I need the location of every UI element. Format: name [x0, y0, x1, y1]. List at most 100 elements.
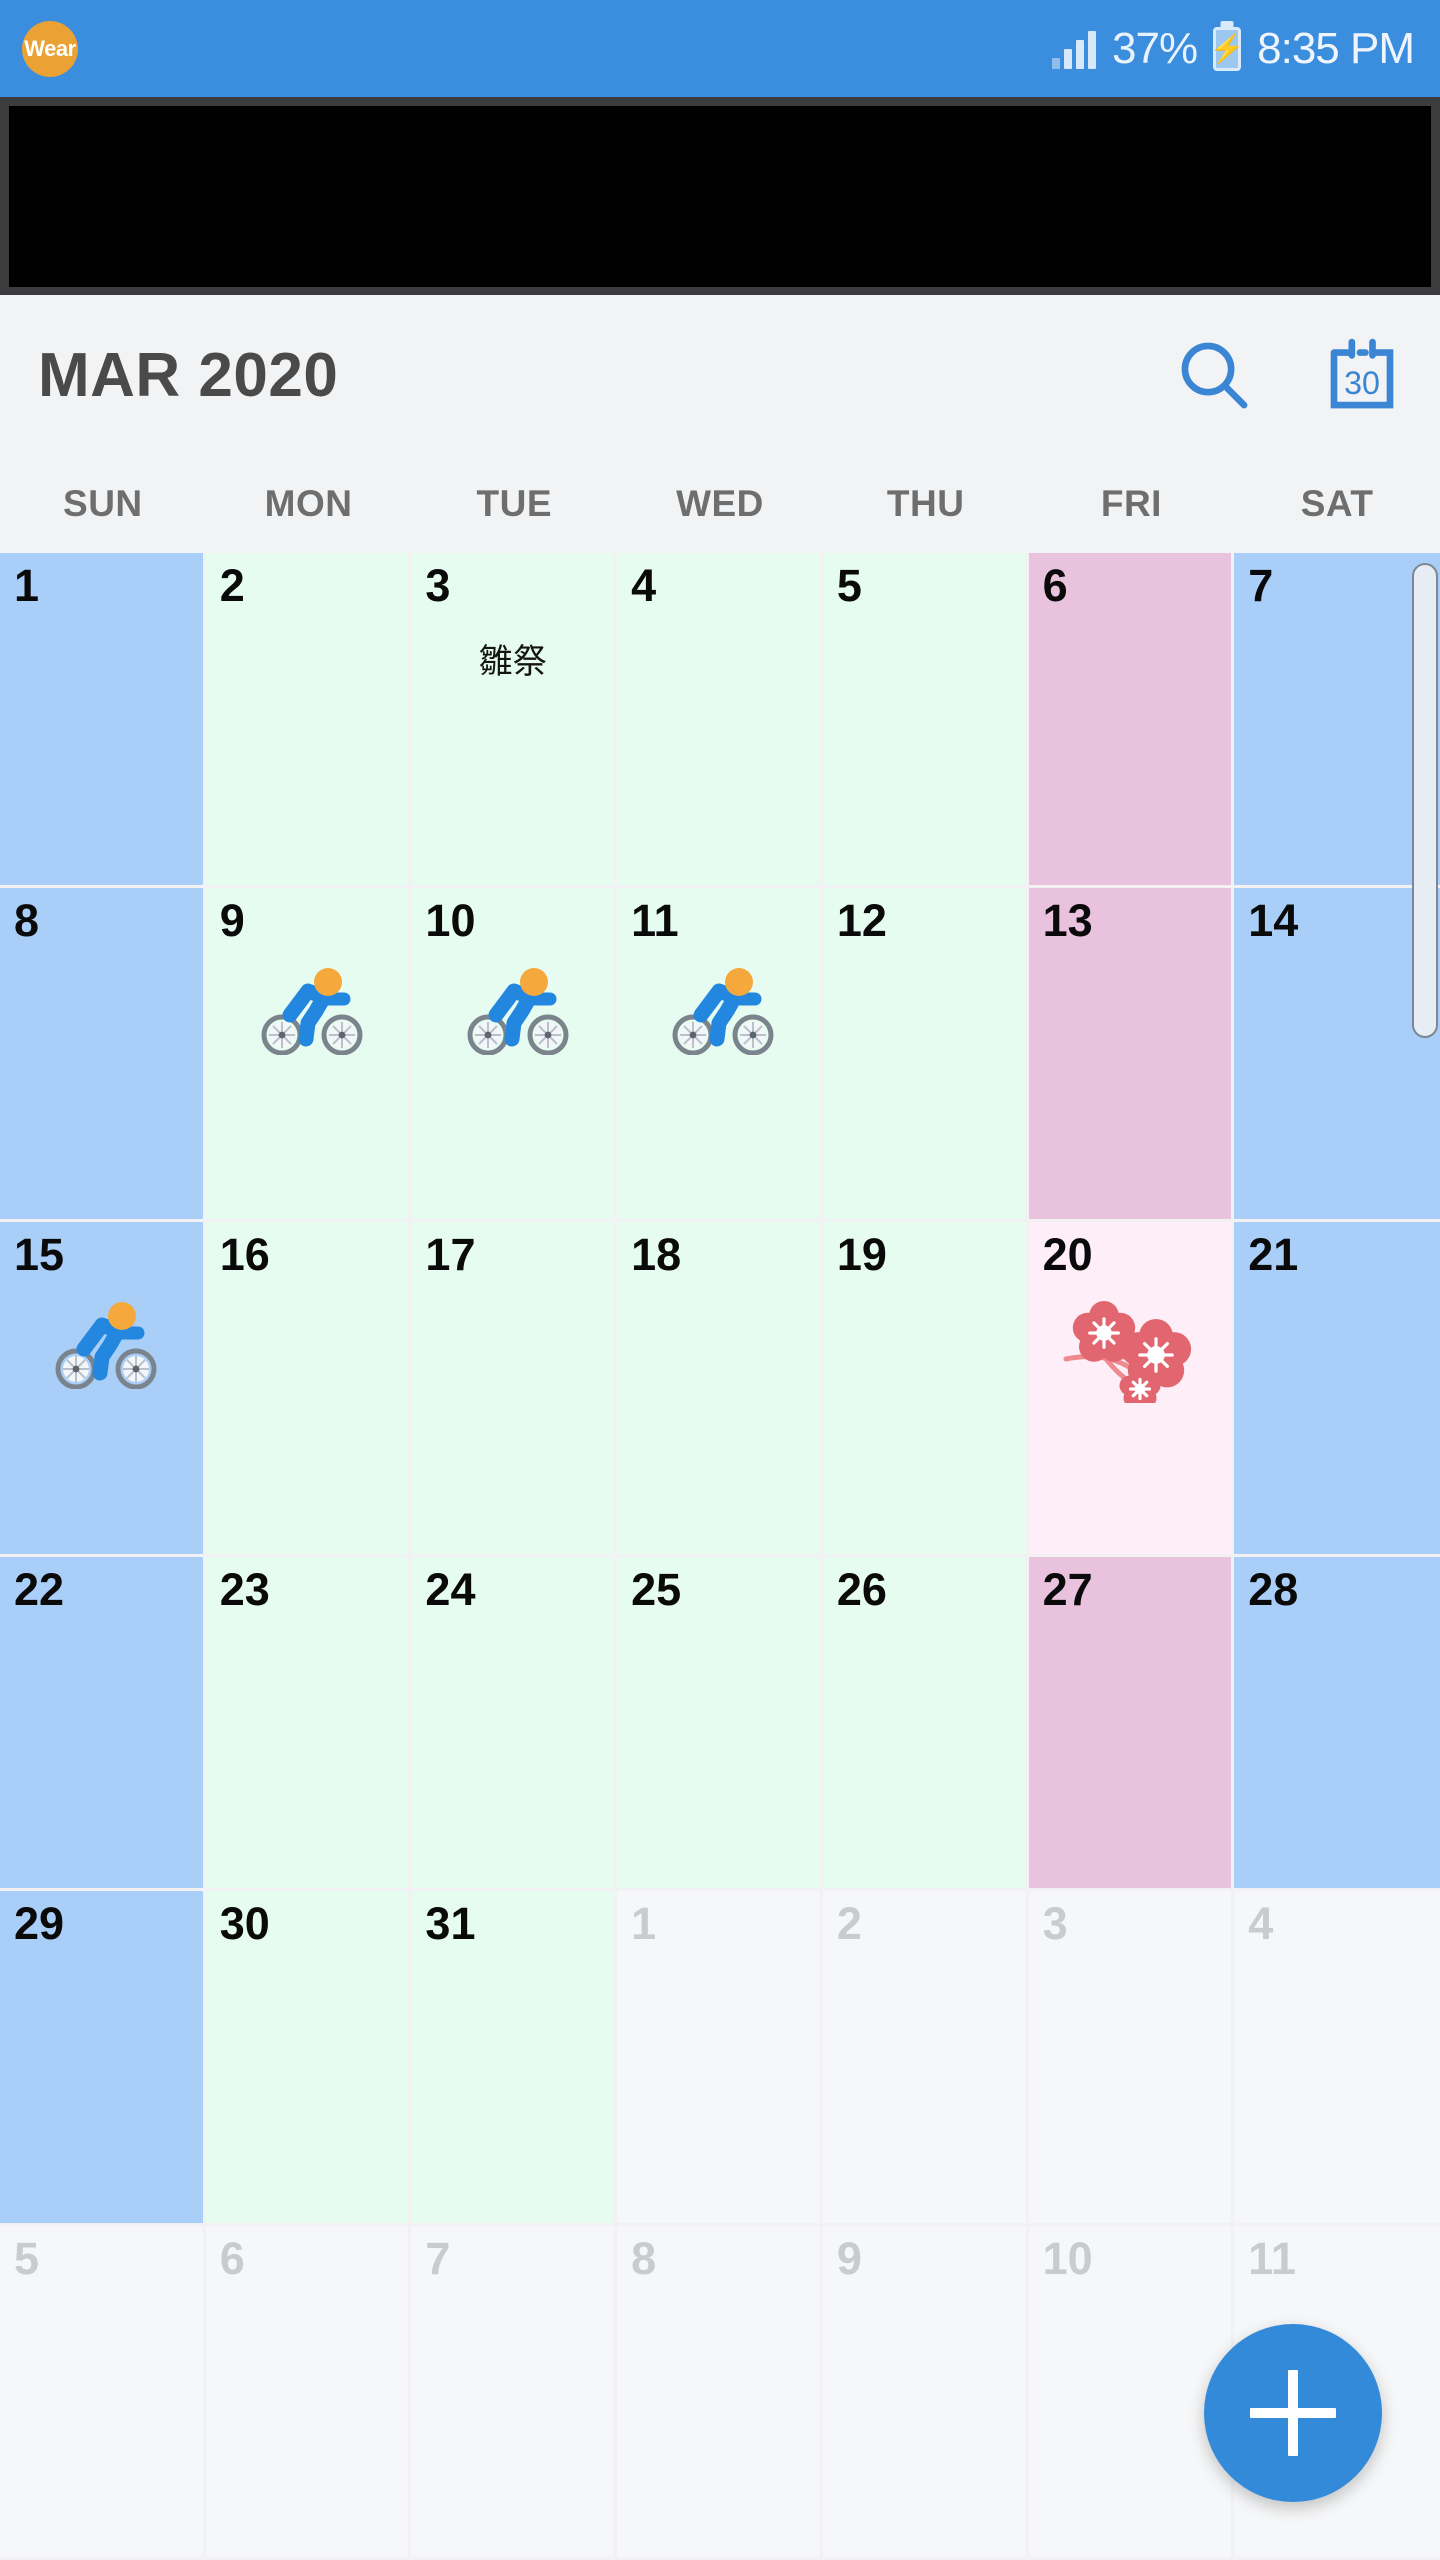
- day-number: 7: [425, 2232, 451, 2284]
- calendar-day-cell[interactable]: 9: [822, 2225, 1029, 2557]
- cyclist-icon: [261, 967, 363, 1055]
- day-number: 22: [14, 1563, 65, 1615]
- day-number: 26: [836, 1563, 887, 1615]
- app-bar-actions: 30: [1166, 327, 1410, 423]
- day-number: 19: [836, 1229, 887, 1280]
- calendar-day-cell[interactable]: 5: [0, 2225, 206, 2557]
- calendar-day-cell[interactable]: 29: [0, 1891, 206, 2223]
- day-event-cyclist-icon[interactable]: [14, 1297, 203, 1393]
- calendar-day-cell[interactable]: 15: [0, 1222, 206, 1554]
- calendar-grid[interactable]: 1 2 3 雛祭 4 5 6 7 8 9 10 11 12 13 14 15 16 17 18 19 20 21 22 23 2…: [0, 553, 1440, 2560]
- day-number: 25: [631, 1563, 682, 1615]
- calendar-day-cell[interactable]: 19: [822, 1222, 1029, 1554]
- calendar-week-row: 15 16 17 18 19 20 21: [0, 1222, 1440, 1557]
- search-button[interactable]: [1166, 327, 1262, 423]
- app-bar: MAR 2020 30: [0, 295, 1440, 455]
- calendar-day-cell[interactable]: 21: [1234, 1222, 1440, 1554]
- calendar-day-cell[interactable]: 24: [411, 1556, 618, 1888]
- day-number: 29: [14, 1898, 65, 1949]
- day-event-cyclist-icon[interactable]: [220, 963, 409, 1059]
- calendar-day-cell[interactable]: 8: [0, 887, 206, 1219]
- day-number: 18: [631, 1229, 682, 1280]
- day-number: 1: [631, 1898, 657, 1949]
- day-number: 5: [836, 560, 862, 611]
- calendar-day-cell[interactable]: 16: [205, 1222, 412, 1554]
- day-number: 3: [425, 560, 451, 611]
- calendar-day-cell[interactable]: 13: [1028, 887, 1235, 1219]
- day-event-cherry-blossom-icon[interactable]: [1043, 1297, 1232, 1407]
- calendar-day-cell[interactable]: 7: [411, 2225, 618, 2557]
- day-event-cyclist-icon[interactable]: [631, 963, 820, 1059]
- status-bar-right: 37% ⚡ 8:35 PM: [1052, 0, 1415, 97]
- calendar-day-cell[interactable]: 31: [411, 1891, 618, 2223]
- calendar-day-cell[interactable]: 26: [822, 1556, 1029, 1888]
- weekday-label-sat: SAT: [1300, 483, 1374, 524]
- calendar-day-cell[interactable]: 23: [205, 1556, 412, 1888]
- calendar-day-cell[interactable]: 28: [1234, 1556, 1440, 1888]
- battery-percent-label: 37%: [1112, 23, 1198, 73]
- calendar-day-cell[interactable]: 17: [411, 1222, 618, 1554]
- day-number: 1: [14, 560, 40, 611]
- add-event-button[interactable]: [1204, 2324, 1382, 2502]
- wear-badge-label: Wear: [24, 35, 76, 61]
- calendar-day-cell[interactable]: 3 雛祭: [411, 553, 618, 885]
- calendar-day-cell[interactable]: 27: [1028, 1556, 1235, 1888]
- calendar-day-cell[interactable]: 6: [205, 2225, 412, 2557]
- weekday-label-tue: TUE: [476, 483, 553, 524]
- calendar-day-cell[interactable]: 4: [1234, 1891, 1440, 2223]
- day-number: 12: [836, 894, 887, 946]
- day-number: 4: [631, 560, 657, 611]
- weekday-label-wed: WED: [676, 483, 764, 524]
- calendar-day-cell[interactable]: 8: [617, 2225, 823, 2557]
- calendar-day-cell[interactable]: 30: [205, 1891, 412, 2223]
- calendar-day-cell[interactable]: 1: [0, 553, 206, 885]
- weekday-label-mon: MON: [264, 483, 353, 524]
- day-number: 13: [1042, 894, 1093, 946]
- day-number: 11: [631, 894, 679, 946]
- calendar-day-cell[interactable]: 3: [1028, 1891, 1235, 2223]
- calendar-day-cell[interactable]: 2: [205, 553, 412, 885]
- day-number: 28: [1248, 1563, 1299, 1615]
- day-number: 5: [14, 2232, 40, 2284]
- day-number: 30: [219, 1898, 270, 1949]
- cyclist-icon: [55, 1302, 157, 1389]
- calendar-day-cell[interactable]: 9: [205, 887, 412, 1219]
- weekday-header-row: SUN MON TUE WED THU FRI SAT: [0, 455, 1440, 553]
- calendar-day-cell[interactable]: 10: [1028, 2225, 1235, 2557]
- day-number: 27: [1042, 1563, 1093, 1615]
- calendar-day-cell[interactable]: 18: [617, 1222, 823, 1554]
- day-number: 10: [425, 894, 476, 946]
- calendar-day-cell[interactable]: 22: [0, 1556, 206, 1888]
- weekday-label-thu: THU: [886, 483, 965, 524]
- calendar-day-cell[interactable]: 5: [822, 553, 1029, 885]
- calendar-day-cell[interactable]: 1: [617, 1891, 823, 2223]
- calendar-day-cell[interactable]: 12: [822, 887, 1029, 1219]
- cyclist-icon: [467, 967, 569, 1055]
- status-bar-clock: 8:35 PM: [1257, 23, 1415, 73]
- day-event-label[interactable]: 雛祭: [425, 634, 614, 683]
- calendar-day-cell[interactable]: 14: [1234, 887, 1440, 1219]
- day-number: 31: [425, 1898, 476, 1949]
- calendar-day-cell[interactable]: 11: [617, 887, 823, 1219]
- day-event-cyclist-icon[interactable]: [425, 963, 614, 1059]
- wear-notification-icon: Wear: [22, 20, 78, 77]
- calendar-day-cell[interactable]: 20: [1028, 1222, 1235, 1554]
- day-number: 8: [14, 894, 40, 946]
- calendar-day-cell[interactable]: 10: [411, 887, 618, 1219]
- calendar-day-cell[interactable]: 6: [1028, 553, 1235, 885]
- calendar-week-row: 29 30 31 1 2 3 4: [0, 1891, 1440, 2226]
- calendar-week-row: 1 2 3 雛祭 4 5 6 7: [0, 553, 1440, 888]
- calendar-day-cell[interactable]: 25: [617, 1556, 823, 1888]
- today-button[interactable]: 30: [1314, 327, 1410, 423]
- vertical-scrollbar-thumb[interactable]: [1412, 563, 1438, 1038]
- day-number: 3: [1042, 1898, 1068, 1949]
- svg-text:30: 30: [1344, 365, 1380, 401]
- calendar-week-row: 22 23 24 25 26 27 28: [0, 1556, 1440, 1891]
- day-number: 24: [425, 1563, 476, 1615]
- ad-banner-container[interactable]: [0, 97, 1440, 295]
- calendar-day-cell[interactable]: 4: [617, 553, 823, 885]
- ad-banner[interactable]: [9, 106, 1431, 287]
- calendar-day-cell[interactable]: 2: [822, 1891, 1029, 2223]
- calendar-day-cell[interactable]: 7: [1234, 553, 1440, 885]
- page-title: MAR 2020: [38, 340, 339, 410]
